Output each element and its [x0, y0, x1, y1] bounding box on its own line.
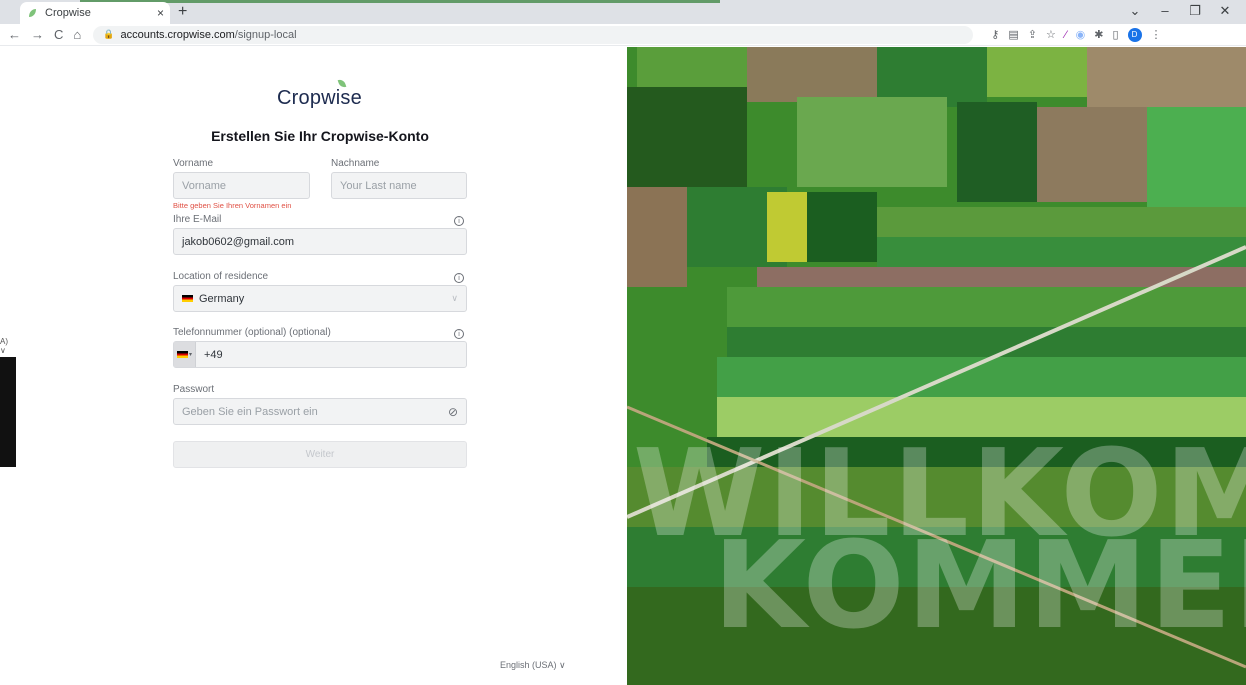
- email-input[interactable]: jakob0602@gmail.com: [173, 228, 467, 255]
- logo-text: Cropwise: [277, 87, 362, 109]
- country-code-selector[interactable]: ▾: [174, 342, 196, 367]
- password-placeholder: Geben Sie ein Passwort ein: [182, 405, 318, 418]
- star-icon[interactable]: ☆: [1046, 28, 1056, 41]
- last-name-label: Nachname: [331, 158, 380, 169]
- nav-buttons: ← → C ⌂: [8, 27, 81, 42]
- menu-kebab-icon[interactable]: ⋮: [1151, 28, 1162, 41]
- cropwise-logo: Cropwise: [277, 78, 362, 110]
- aerial-fields-photo: WILLKOMM KOMMEN: [627, 47, 1246, 685]
- browser-toolbar: ← → C ⌂ 🔒 accounts.cropwise.com/signup-l…: [0, 24, 1246, 46]
- last-name-input[interactable]: Your Last name: [331, 172, 467, 199]
- first-name-error: Bitte geben Sie Ihren Vornamen ein: [173, 201, 292, 210]
- last-name-placeholder: Your Last name: [340, 179, 417, 192]
- forward-icon[interactable]: →: [31, 27, 44, 42]
- phone-value: +49: [204, 348, 223, 361]
- profile-avatar[interactable]: D: [1127, 27, 1142, 42]
- first-name-placeholder: Vorname: [182, 179, 227, 192]
- residence-label: Location of residence: [173, 271, 269, 282]
- page-title: Erstellen Sie Ihr Cropwise-Konto: [211, 128, 429, 144]
- reload-icon[interactable]: C: [54, 27, 63, 42]
- residence-value: Germany: [199, 292, 245, 305]
- germany-flag-icon: [182, 295, 193, 302]
- email-info-icon[interactable]: i: [454, 216, 464, 226]
- key-icon[interactable]: ⚷: [991, 28, 999, 41]
- translate-icon[interactable]: ▤: [1008, 28, 1018, 41]
- residence-info-icon[interactable]: i: [454, 273, 464, 283]
- chevron-down-icon: ∨: [451, 293, 458, 303]
- address-bar[interactable]: 🔒 accounts.cropwise.com/signup-local: [93, 25, 974, 44]
- circle-extension-icon[interactable]: ◉: [1076, 28, 1086, 41]
- extension-icons: ⚷ ▤ ⇪ ☆ ⁄ ◉ ✱ ▯ D ⋮: [991, 27, 1162, 42]
- eye-slash-icon[interactable]: ⊘: [448, 405, 458, 419]
- language-selector[interactable]: English (USA) ∨: [500, 660, 566, 671]
- back-icon[interactable]: ←: [8, 27, 21, 42]
- residence-select[interactable]: Germany ∨: [173, 285, 467, 312]
- tab-title: Cropwise: [45, 7, 91, 19]
- background-window-fragment: A) ∨: [0, 337, 16, 467]
- caret-down-icon: ▾: [188, 352, 192, 358]
- pen-extension-icon[interactable]: ⁄: [1065, 29, 1067, 41]
- puzzle-icon[interactable]: ✱: [1094, 28, 1103, 41]
- share-icon[interactable]: ⇪: [1028, 28, 1037, 41]
- home-icon[interactable]: ⌂: [73, 27, 81, 42]
- restore-button[interactable]: ❐: [1180, 3, 1210, 19]
- minimize-button[interactable]: –: [1150, 3, 1180, 19]
- url-path: /signup-local: [234, 28, 297, 41]
- close-window-button[interactable]: ✕: [1210, 3, 1240, 19]
- germany-flag-icon: [176, 351, 188, 358]
- phone-info-icon[interactable]: i: [454, 329, 464, 339]
- browser-tab[interactable]: Cropwise ×: [20, 2, 170, 24]
- phone-label: Telefonnummer (optional) (optional): [173, 327, 331, 338]
- window-controls: ⌄ – ❐ ✕: [1120, 3, 1240, 19]
- welcome-watermark: WILLKOMM KOMMEN: [633, 435, 1246, 656]
- tab-search-icon[interactable]: ⌄: [1120, 3, 1150, 19]
- welcome-line-2: KOMMEN: [713, 517, 1246, 656]
- first-name-input[interactable]: Vorname: [173, 172, 310, 199]
- new-tab-button[interactable]: +: [178, 3, 187, 21]
- signup-panel: A) ∨ Cropwise Erstellen Sie Ihr Cropwise…: [0, 47, 627, 685]
- page: A) ∨ Cropwise Erstellen Sie Ihr Cropwise…: [0, 47, 1246, 685]
- password-label: Passwort: [173, 384, 215, 395]
- hero-image: WILLKOMM KOMMEN: [627, 47, 1246, 685]
- password-input[interactable]: Geben Sie ein Passwort ein ⊘: [173, 398, 467, 425]
- lock-icon: 🔒: [103, 29, 115, 39]
- side-panel-icon[interactable]: ▯: [1112, 28, 1118, 41]
- phone-input[interactable]: ▾ +49: [173, 341, 467, 368]
- cropwise-favicon-icon: [29, 9, 36, 17]
- first-name-label: Vorname: [173, 158, 214, 169]
- email-value: jakob0602@gmail.com: [182, 235, 295, 248]
- tab-close-icon[interactable]: ×: [157, 6, 164, 20]
- background-window-label: A) ∨: [0, 337, 8, 355]
- tab-strip: Cropwise × + ⌄ – ❐ ✕: [0, 0, 1246, 24]
- background-window-edge: [80, 0, 720, 3]
- next-button[interactable]: Weiter: [173, 441, 467, 468]
- email-label: Ihre E-Mail: [173, 214, 222, 225]
- url-host: accounts.cropwise.com: [120, 28, 235, 41]
